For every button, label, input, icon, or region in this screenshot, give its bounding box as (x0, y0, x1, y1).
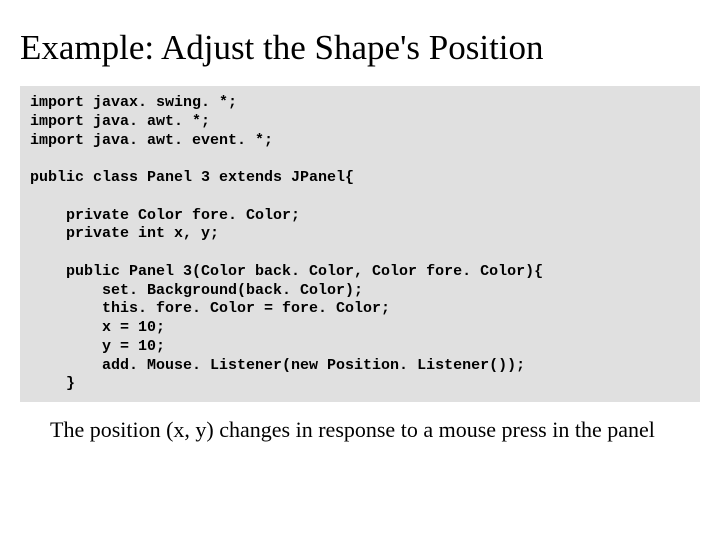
code-line: private int x, y; (30, 225, 219, 242)
code-line: public Panel 3(Color back. Color, Color … (30, 263, 543, 280)
code-block: import javax. swing. *; import java. awt… (20, 86, 700, 402)
code-line: public class Panel 3 extends JPanel{ (30, 169, 354, 186)
code-line: import javax. swing. *; (30, 94, 237, 111)
code-line: x = 10; (30, 319, 165, 336)
code-line: y = 10; (30, 338, 165, 355)
code-line: add. Mouse. Listener(new Position. Liste… (30, 357, 525, 374)
slide-caption: The position (x, y) changes in response … (50, 416, 670, 445)
code-line: import java. awt. *; (30, 113, 210, 130)
code-line: set. Background(back. Color); (30, 282, 363, 299)
slide-title: Example: Adjust the Shape's Position (20, 28, 700, 68)
code-line: private Color fore. Color; (30, 207, 300, 224)
code-line: import java. awt. event. *; (30, 132, 273, 149)
code-line: this. fore. Color = fore. Color; (30, 300, 390, 317)
slide: Example: Adjust the Shape's Position imp… (0, 0, 720, 465)
code-line: } (30, 375, 75, 392)
